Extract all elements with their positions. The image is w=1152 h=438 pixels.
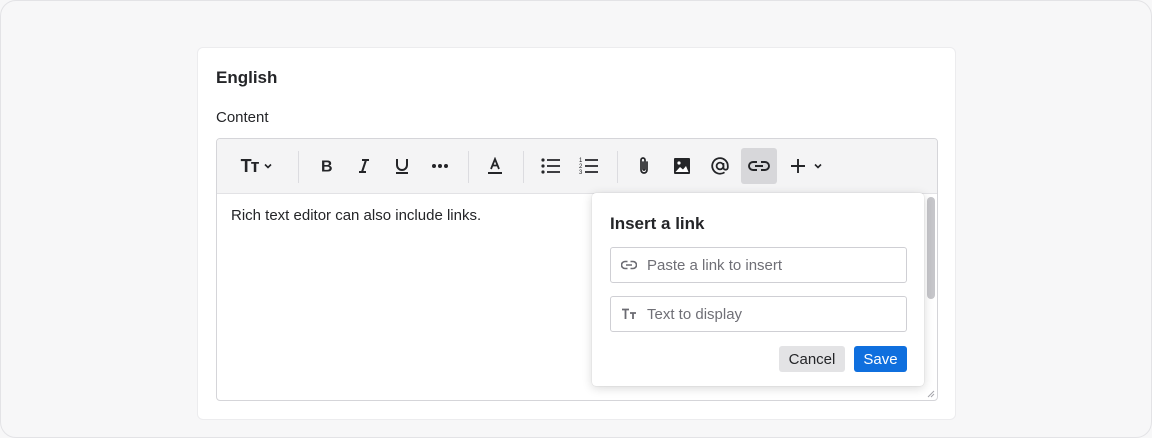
numbered-list-button[interactable]: 123 xyxy=(572,148,606,184)
attachment-icon xyxy=(640,157,648,174)
link-icon xyxy=(748,161,770,171)
mention-icon xyxy=(711,157,729,175)
editor-content[interactable]: Rich text editor can also include links. xyxy=(231,207,481,224)
editor-scrollbar[interactable] xyxy=(927,197,935,299)
toolbar-divider xyxy=(617,151,618,183)
link-url-field[interactable] xyxy=(610,247,907,283)
svg-text:B: B xyxy=(321,159,333,175)
underline-button[interactable] xyxy=(385,148,419,184)
image-icon xyxy=(674,158,690,174)
text-color-icon xyxy=(488,157,502,174)
text-style-icon: Tт xyxy=(240,155,260,176)
svg-text:3: 3 xyxy=(579,170,583,175)
link-text-field[interactable] xyxy=(610,296,907,332)
text-color-button[interactable] xyxy=(478,148,512,184)
toolbar-divider xyxy=(468,151,469,183)
insert-more-button[interactable] xyxy=(784,148,830,184)
bullet-list-icon xyxy=(541,158,560,174)
editor-toolbar: Tт B 1 2 3 xyxy=(217,139,937,194)
insert-link-button[interactable] xyxy=(741,148,777,184)
attach-file-button[interactable] xyxy=(627,148,661,184)
toolbar-divider xyxy=(298,151,299,183)
link-icon xyxy=(611,260,647,270)
more-formatting-button[interactable] xyxy=(423,148,457,184)
link-text-input[interactable] xyxy=(647,305,897,323)
numbered-list-icon: 123 xyxy=(579,158,598,175)
chevron-down-icon xyxy=(264,163,272,169)
link-url-input[interactable] xyxy=(647,256,897,274)
italic-button[interactable] xyxy=(347,148,381,184)
bold-button[interactable]: B xyxy=(309,148,343,184)
chevron-down-icon xyxy=(814,163,822,169)
text-style-button[interactable]: Tт xyxy=(233,148,281,184)
italic-icon xyxy=(359,159,369,173)
popover-title: Insert a link xyxy=(610,214,705,233)
text-style-icon xyxy=(611,308,647,320)
content-field-label: Content xyxy=(216,109,269,126)
toolbar-divider xyxy=(523,151,524,183)
bold-icon: B xyxy=(321,159,333,175)
plus-icon xyxy=(791,159,805,173)
resize-handle-icon[interactable] xyxy=(926,389,935,398)
insert-image-button[interactable] xyxy=(665,148,699,184)
mention-button[interactable] xyxy=(703,148,737,184)
section-title: English xyxy=(216,68,278,87)
bullet-list-button[interactable] xyxy=(534,148,568,184)
cancel-button[interactable]: Cancel xyxy=(779,346,845,372)
more-icon xyxy=(432,164,448,168)
underline-icon xyxy=(396,159,408,174)
save-button[interactable]: Save xyxy=(854,346,907,372)
insert-link-popover: Insert a link Cancel Save xyxy=(592,193,924,386)
